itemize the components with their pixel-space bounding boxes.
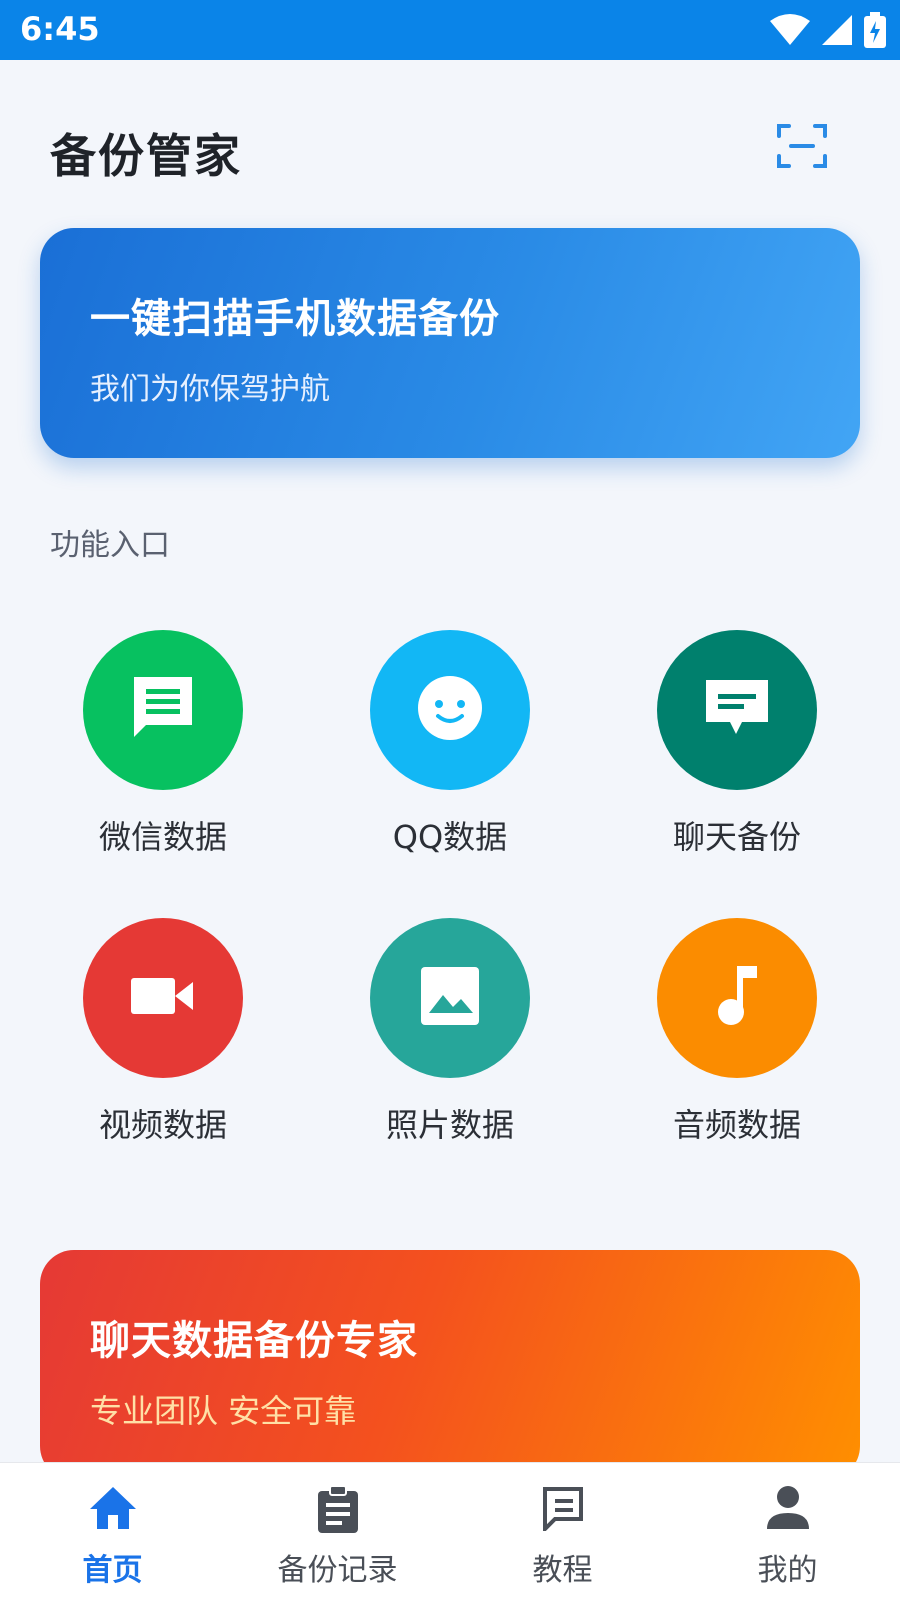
scan-icon	[777, 122, 827, 174]
scan-button[interactable]	[774, 120, 830, 176]
status-icons	[770, 10, 886, 50]
wifi-icon	[770, 13, 810, 47]
promo-title: 聊天数据备份专家	[90, 1318, 418, 1364]
banner-title: 一键扫描手机数据备份	[90, 296, 500, 342]
feature-icon-circle	[370, 630, 530, 790]
nav-label: 备份记录	[277, 1553, 398, 1588]
battery-charging-icon	[864, 12, 886, 48]
nav-item-home[interactable]: 首页	[0, 1463, 225, 1601]
feature-label: 聊天备份	[672, 818, 801, 856]
feature-label: 视频数据	[98, 1106, 227, 1144]
feature-icon-circle	[657, 630, 817, 790]
feature-photo-data[interactable]: 照片数据	[330, 918, 570, 1158]
nav-label: 教程	[532, 1553, 593, 1588]
chat-lines-icon	[128, 673, 198, 747]
clipboard-icon	[316, 1485, 360, 1539]
feature-icon-circle	[83, 918, 243, 1078]
feature-label: 微信数据	[98, 818, 227, 856]
page-title: 备份管家	[50, 129, 242, 183]
feature-audio-data[interactable]: 音频数据	[617, 918, 857, 1158]
tutorial-icon	[541, 1485, 585, 1535]
nav-item-backup-records[interactable]: 备份记录	[225, 1463, 450, 1601]
status-bar: 6:45	[0, 0, 900, 60]
nav-item-tutorial[interactable]: 教程	[450, 1463, 675, 1601]
nav-item-profile[interactable]: 我的	[675, 1463, 900, 1601]
feature-icon-circle	[83, 630, 243, 790]
nav-label: 我的	[757, 1553, 818, 1588]
message-icon	[702, 678, 772, 742]
scan-backup-banner[interactable]: 一键扫描手机数据备份 我们为你保驾护航	[40, 228, 860, 458]
promo-subtitle: 专业团队 安全可靠	[90, 1392, 357, 1430]
feature-qq-data[interactable]: QQ数据	[330, 630, 570, 870]
bottom-nav: 首页 备份记录 教程 我的	[0, 1462, 900, 1601]
feature-wechat-data[interactable]: 微信数据	[43, 630, 283, 870]
image-icon	[419, 965, 481, 1031]
feature-icon-circle	[657, 918, 817, 1078]
status-time: 6:45	[20, 10, 100, 48]
feature-video-data[interactable]: 视频数据	[43, 918, 283, 1158]
nav-label: 首页	[82, 1553, 143, 1588]
section-label: 功能入口	[50, 528, 170, 563]
home-icon	[88, 1485, 138, 1535]
video-camera-icon	[131, 974, 195, 1022]
feature-label: QQ数据	[392, 818, 508, 856]
music-note-icon	[715, 964, 759, 1032]
app-header: 备份管家	[0, 60, 900, 240]
smiley-icon	[416, 674, 484, 746]
feature-grid: 微信数据 QQ数据 聊天备份 视频数据 照片数据 音频数据	[0, 630, 900, 1150]
banner-subtitle: 我们为你保驾护航	[90, 372, 330, 407]
feature-icon-circle	[370, 918, 530, 1078]
signal-icon	[820, 13, 854, 47]
person-icon	[765, 1485, 811, 1535]
feature-label: 照片数据	[385, 1106, 514, 1144]
feature-chat-backup[interactable]: 聊天备份	[617, 630, 857, 870]
feature-label: 音频数据	[672, 1106, 801, 1144]
promo-banner[interactable]: 聊天数据备份专家 专业团队 安全可靠	[40, 1250, 860, 1480]
